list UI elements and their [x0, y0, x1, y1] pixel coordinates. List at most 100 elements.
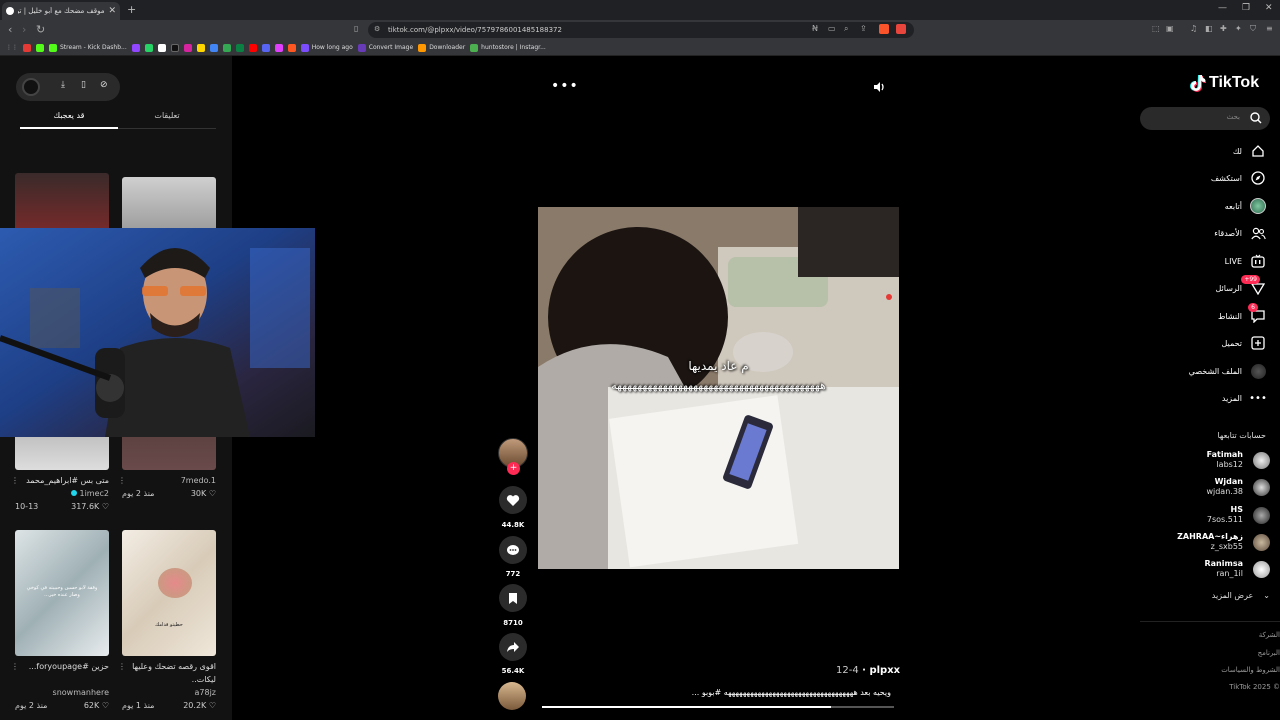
minimize-icon[interactable]: — — [1218, 3, 1227, 13]
extension-icon[interactable]: ⬚ — [1152, 24, 1160, 33]
nav-profile[interactable]: الملف الشخصي — [1189, 362, 1266, 380]
site-info-icon[interactable]: ⚙ — [374, 25, 380, 33]
maximize-icon[interactable]: ❐ — [1242, 3, 1250, 13]
download-icon[interactable]: ⤓ — [61, 80, 65, 90]
browser-tab[interactable]: موقف مضحك مع أبو خليل | تيك ✕ — [2, 2, 120, 20]
vpn-icon[interactable]: ⛉ — [1250, 24, 1256, 34]
ai-icon[interactable]: ✦ — [1235, 24, 1242, 33]
video-thumbnail[interactable]: حطيتو قدامك — [122, 530, 216, 656]
more-options-icon[interactable]: ⋮ — [11, 660, 19, 673]
video-title[interactable]: اقوى رقصه تضحك وعليها ليكات.. — [122, 660, 216, 686]
cast-icon[interactable]: ▭ — [828, 24, 836, 33]
bookmark-kick-dashboard[interactable]: Stream - Kick Dashb... — [49, 43, 127, 52]
bookmark-s-icon[interactable] — [274, 43, 283, 52]
puzzle-icon[interactable]: ✚ — [1220, 24, 1227, 33]
follow-plus-icon[interactable]: + — [507, 462, 520, 475]
bookmark-youtube-icon[interactable] — [23, 43, 31, 52]
sidebar-toggle-icon[interactable]: ◧ — [1205, 24, 1213, 33]
nav-messages[interactable]: الرسائل +99 — [1216, 275, 1267, 297]
footer-terms[interactable]: الشروط والسياسات — [1221, 666, 1280, 674]
share-button[interactable] — [499, 633, 527, 661]
footer-program[interactable]: البرنامج — [1258, 649, 1280, 657]
sound-avatar[interactable] — [498, 682, 526, 710]
video-player[interactable]: م عاد يمديها ههههههههههههههههههههههههههه… — [538, 207, 899, 569]
bookmark-twitch-icon[interactable] — [131, 43, 140, 52]
close-window-icon[interactable]: ✕ — [1265, 3, 1273, 13]
nav-following[interactable]: أتابعه — [1225, 197, 1266, 215]
bookmark-studio-icon[interactable] — [248, 43, 257, 52]
tiktok-logo[interactable]: TikTok — [1190, 74, 1259, 92]
back-icon[interactable]: ‹ — [8, 23, 12, 36]
like-button[interactable] — [499, 486, 527, 514]
brave-shield-icon[interactable] — [879, 24, 889, 34]
more-options-icon[interactable]: ⋮ — [118, 474, 126, 487]
search-input[interactable]: بحث — [1140, 107, 1270, 130]
bookmark-how-long-ago[interactable]: How long ago — [300, 43, 353, 52]
more-options-icon[interactable]: ⋮ — [118, 660, 126, 673]
footer-company[interactable]: الشركة — [1259, 631, 1280, 639]
video-title[interactable]: متى بس #ابراهيم_محمد — [15, 474, 109, 487]
nav-for-you[interactable]: لك — [1233, 142, 1266, 160]
bookmark-red-icon[interactable] — [287, 43, 296, 52]
wallet-icon[interactable]: ▣ — [1166, 24, 1174, 33]
bookmark-x-icon[interactable] — [157, 43, 166, 52]
nav-activity[interactable]: النشاط 6 — [1218, 303, 1266, 325]
reload-icon[interactable]: ↻ — [36, 23, 45, 36]
bookmark-convert-image[interactable]: Convert Image — [357, 43, 413, 52]
following-account[interactable]: Fatimah labs12 — [1140, 450, 1270, 472]
forward-icon[interactable]: › — [22, 23, 26, 36]
save-button[interactable] — [499, 584, 527, 612]
bookmark-whatsapp-icon[interactable] — [144, 43, 153, 52]
zoom-icon[interactable]: ⌕ — [844, 24, 848, 34]
bookmark-drive-icon[interactable] — [209, 43, 218, 52]
creator-avatar[interactable] — [22, 78, 40, 96]
video-title[interactable]: حزين #foryoupage... — [15, 660, 109, 686]
more-options-icon[interactable]: ⋮ — [11, 474, 19, 487]
video-description[interactable]: ويحيه بعد هههههههههههههههههههههههههههههه… — [548, 688, 891, 697]
bookmark-tiktok-icon[interactable] — [170, 43, 179, 52]
video-thumbnail[interactable]: وقفة لابو حسين وحبيبته في كوخي وصار عنده… — [15, 530, 109, 656]
bookmark-instagram-icon[interactable] — [183, 43, 192, 52]
link-icon[interactable]: ⊘ — [100, 80, 108, 90]
more-options-icon[interactable]: ••• — [551, 78, 579, 94]
see-more-button[interactable]: عرض المزيد ⌄ — [1212, 591, 1270, 600]
close-tab-icon[interactable]: ✕ — [108, 6, 116, 16]
bookmark-sheets-icon[interactable] — [222, 43, 231, 52]
video-progress-bar[interactable] — [542, 706, 894, 708]
brave-rewards-icon[interactable] — [896, 24, 906, 34]
music-icon[interactable]: ♫ — [1190, 24, 1197, 33]
video-author[interactable]: a78jz — [122, 686, 216, 699]
bookmark-snapchat-icon[interactable] — [196, 43, 205, 52]
heart-icon — [506, 494, 520, 506]
nav-friends[interactable]: الأصدقاء — [1214, 224, 1266, 242]
following-account[interactable]: HS 7sos.511 — [1140, 505, 1270, 527]
bookmark-page-icon[interactable]: ▯ — [354, 24, 358, 33]
nav-more[interactable]: المزيد ••• — [1222, 389, 1267, 407]
tab-you-may-like[interactable]: قد يعجبك — [20, 111, 118, 129]
bookmark-discord-icon[interactable] — [261, 43, 270, 52]
phone-icon[interactable]: ▯ — [81, 80, 86, 90]
reader-icon[interactable]: Ꞥ — [812, 24, 818, 33]
tab-comments[interactable]: تعليقات — [118, 111, 216, 120]
menu-icon[interactable]: ≡ — [1266, 24, 1273, 33]
share-icon[interactable]: ⇪ — [860, 24, 867, 33]
bookmark-kick-icon[interactable] — [36, 43, 44, 52]
bookmark-huntostore[interactable]: huntostore | Instagr... — [470, 43, 546, 52]
bookmark-downloader[interactable]: Downloader — [418, 43, 465, 52]
bookmark-streamlabs-icon[interactable] — [235, 43, 244, 52]
video-author[interactable]: snowmanhere — [15, 686, 109, 699]
video-author-line[interactable]: 12-4 · plpxx — [836, 665, 900, 676]
nav-upload[interactable]: تحميل — [1222, 334, 1267, 352]
following-account[interactable]: Ranimsa ran_1il — [1140, 559, 1270, 581]
nav-explore[interactable]: استكشف — [1211, 169, 1266, 187]
video-author[interactable]: 1imec2 — [15, 487, 109, 500]
nav-live[interactable]: LIVE — [1225, 252, 1266, 270]
apps-icon[interactable]: ⋮⋮ — [6, 44, 18, 51]
new-tab-icon[interactable]: + — [127, 3, 136, 16]
following-account[interactable]: Wjdan wjdan.38 — [1140, 477, 1270, 499]
comment-button[interactable] — [499, 536, 527, 564]
volume-icon[interactable] — [872, 80, 886, 97]
following-account[interactable]: ZAHRAA~زهراء z_sxb55 — [1140, 532, 1270, 554]
search-icon[interactable] — [1250, 112, 1262, 124]
video-author[interactable]: 7medo.1 — [122, 474, 216, 487]
